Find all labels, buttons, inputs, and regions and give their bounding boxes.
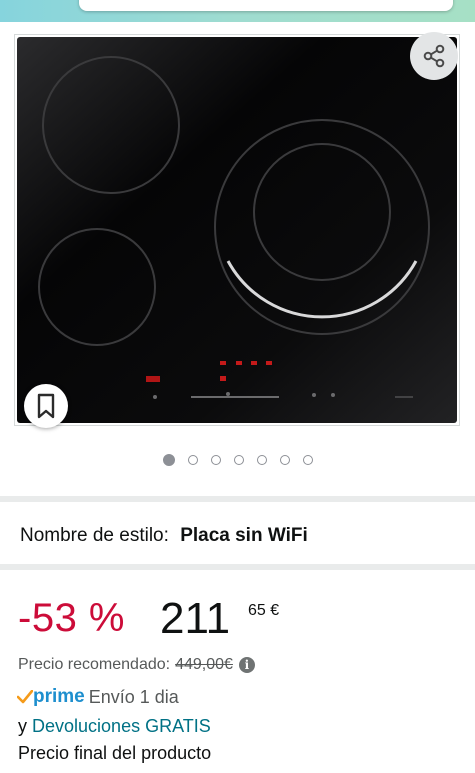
carousel-dot-4[interactable] <box>233 455 244 465</box>
carousel-dot-3[interactable] <box>210 455 221 465</box>
share-icon <box>423 44 445 68</box>
shipping-text: Envío 1 dia <box>88 686 179 707</box>
bookmark-icon <box>37 393 55 419</box>
prime-label: prime <box>33 686 85 707</box>
section-divider <box>0 496 475 502</box>
info-icon[interactable]: i <box>238 657 255 673</box>
list-price-row: Precio recomendado: 449,00€ i <box>18 656 255 674</box>
carousel-dot-7[interactable] <box>302 455 313 465</box>
checkmark-icon <box>17 690 33 704</box>
price-whole: 211 <box>160 594 231 643</box>
save-to-list-button[interactable] <box>24 384 68 428</box>
induction-hob-image <box>17 37 457 423</box>
carousel-dot-5[interactable] <box>256 455 267 465</box>
style-label: Nombre de estilo: <box>20 525 169 546</box>
prime-logo: prime <box>17 686 85 708</box>
free-returns-link[interactable]: Devoluciones GRATIS <box>32 716 211 736</box>
top-header-bar <box>0 0 475 22</box>
list-price-label: Precio recomendado: <box>18 656 171 673</box>
carousel-dot-6[interactable] <box>279 455 290 465</box>
carousel-dot-2[interactable] <box>187 455 198 465</box>
style-name-row[interactable]: Nombre de estilo: Placa sin WiFi <box>20 525 308 547</box>
section-divider <box>0 564 475 570</box>
discount-percentage: -53 % <box>18 596 125 640</box>
carousel-dot-1[interactable] <box>162 454 175 466</box>
list-price-value: 449,00€ <box>175 656 233 673</box>
returns-prefix: y <box>18 716 27 736</box>
product-image[interactable] <box>14 34 460 426</box>
final-price-note: Precio final del producto <box>18 743 212 763</box>
search-input[interactable] <box>79 0 453 11</box>
prime-shipping-row: prime Envío 1 dia <box>17 686 179 708</box>
price-fraction: 65 € <box>248 602 280 619</box>
image-carousel-indicator[interactable] <box>0 454 475 469</box>
returns-row: y Devoluciones GRATIS <box>18 716 211 737</box>
share-button[interactable] <box>410 32 458 80</box>
style-value: Placa sin WiFi <box>180 525 308 546</box>
